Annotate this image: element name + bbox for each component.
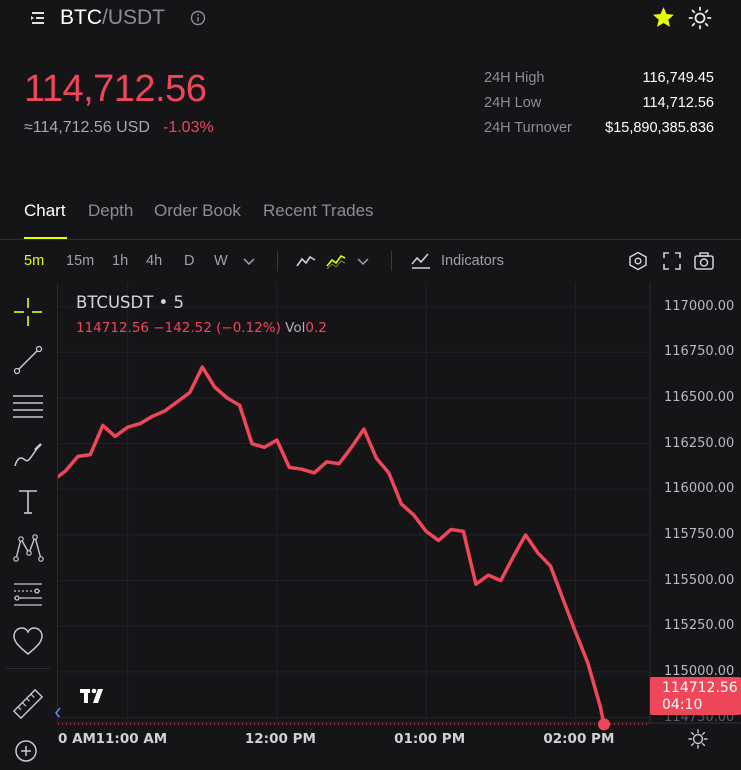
toolbar-separator	[391, 251, 392, 271]
timeframe-4h[interactable]: 4h	[146, 253, 162, 269]
price-chart[interactable]	[58, 283, 741, 760]
pattern-tool-icon[interactable]	[11, 531, 45, 565]
change-percent: -1.03%	[163, 119, 214, 136]
candle-countdown: 04:10	[662, 697, 703, 713]
zoom-in-icon[interactable]	[11, 736, 45, 770]
y-tick-label: 115500.00	[664, 572, 735, 588]
info-icon[interactable]	[190, 10, 206, 26]
timeframe-15m[interactable]: 15m	[66, 253, 94, 269]
line-chart-icon[interactable]	[295, 251, 317, 271]
chevron-down-icon[interactable]	[238, 251, 260, 271]
usd-equivalent: ≈114,712.56 USD	[24, 119, 150, 136]
timeframe-5m[interactable]: 5m	[24, 253, 44, 269]
y-tick-label: 117000.00	[664, 298, 735, 314]
stat-value-low: 114,712.56	[642, 95, 715, 111]
indicators-icon[interactable]	[410, 251, 432, 271]
volume-value: 0.2	[305, 320, 327, 336]
area-chart-icon[interactable]	[325, 251, 347, 271]
text-tool-icon[interactable]	[11, 485, 45, 519]
timeframe-d[interactable]: D	[184, 253, 194, 269]
x-tick-label: 02:00 PM	[543, 731, 615, 747]
tab-chart[interactable]: Chart	[24, 201, 66, 221]
y-tick-label: 116750.00	[664, 344, 735, 360]
last-price-dot	[598, 718, 610, 731]
horizontal-lines-icon[interactable]	[11, 390, 45, 424]
stat-value-high: 116,749.45	[642, 70, 715, 86]
tabs-divider	[0, 239, 741, 240]
y-tick-label: 115750.00	[664, 526, 735, 542]
x-tick-label: 12:00 PM	[244, 731, 316, 747]
camera-icon[interactable]	[693, 251, 715, 271]
toolbar-separator	[277, 251, 278, 271]
chevron-down-icon[interactable]	[352, 251, 374, 271]
star-icon[interactable]	[651, 5, 676, 30]
stat-label-high: 24H High	[484, 70, 545, 86]
y-tick-label: 115250.00	[664, 618, 735, 634]
y-tick-label: 116000.00	[664, 481, 735, 497]
tools-divider	[6, 668, 50, 669]
settings-hexagon-icon[interactable]	[627, 251, 649, 271]
heart-icon[interactable]	[11, 625, 45, 659]
ohlc-values: 114712.56 −142.52 (−0.12%)	[76, 320, 281, 336]
last-price-tag: 114712.56 04:10	[650, 677, 741, 715]
pair-base: BTC	[60, 6, 102, 29]
x-tick-label: 0 AM	[58, 731, 96, 747]
menu-icon[interactable]	[30, 10, 46, 26]
y-tick-label: 116500.00	[664, 390, 735, 406]
crosshair-icon[interactable]	[11, 295, 45, 329]
volume-label: Vol	[285, 320, 306, 336]
timeframe-w[interactable]: W	[214, 253, 228, 269]
x-tick-label: 11:00 AM	[95, 731, 168, 747]
tab-order-book[interactable]: Order Book	[154, 201, 241, 221]
price-line-series	[58, 365, 606, 725]
chart-symbol-label: BTCUSDT • 5	[76, 293, 185, 312]
fullscreen-icon[interactable]	[661, 251, 683, 271]
last-price: 114,712.56	[24, 68, 207, 110]
axis-settings-icon[interactable]	[688, 729, 708, 749]
fib-retracement-icon[interactable]	[11, 578, 45, 612]
timeframe-1h[interactable]: 1h	[112, 253, 128, 269]
sun-icon[interactable]	[688, 6, 712, 30]
trading-pair[interactable]: BTC/USDT	[60, 6, 165, 30]
y-tick-label: 116250.00	[664, 435, 735, 451]
stat-value-turnover: $15,890,385.836	[605, 120, 714, 136]
stat-label-low: 24H Low	[484, 95, 542, 111]
stat-label-turnover: 24H Turnover	[484, 120, 572, 136]
trend-line-icon[interactable]	[11, 343, 45, 377]
tab-depth[interactable]: Depth	[88, 201, 133, 221]
tab-recent-trades[interactable]: Recent Trades	[263, 201, 374, 221]
last-price-tag-value: 114712.56	[662, 680, 738, 696]
ruler-icon[interactable]	[11, 687, 45, 721]
tradingview-logo-icon[interactable]	[64, 676, 120, 716]
ohlc-readout: 114712.56 −142.52 (−0.12%) Vol0.2	[76, 320, 327, 336]
pair-quote: /USDT	[102, 6, 165, 29]
x-tick-label: 01:00 PM	[394, 731, 466, 747]
indicators-button[interactable]: Indicators	[441, 253, 504, 269]
brush-icon[interactable]	[11, 438, 45, 472]
